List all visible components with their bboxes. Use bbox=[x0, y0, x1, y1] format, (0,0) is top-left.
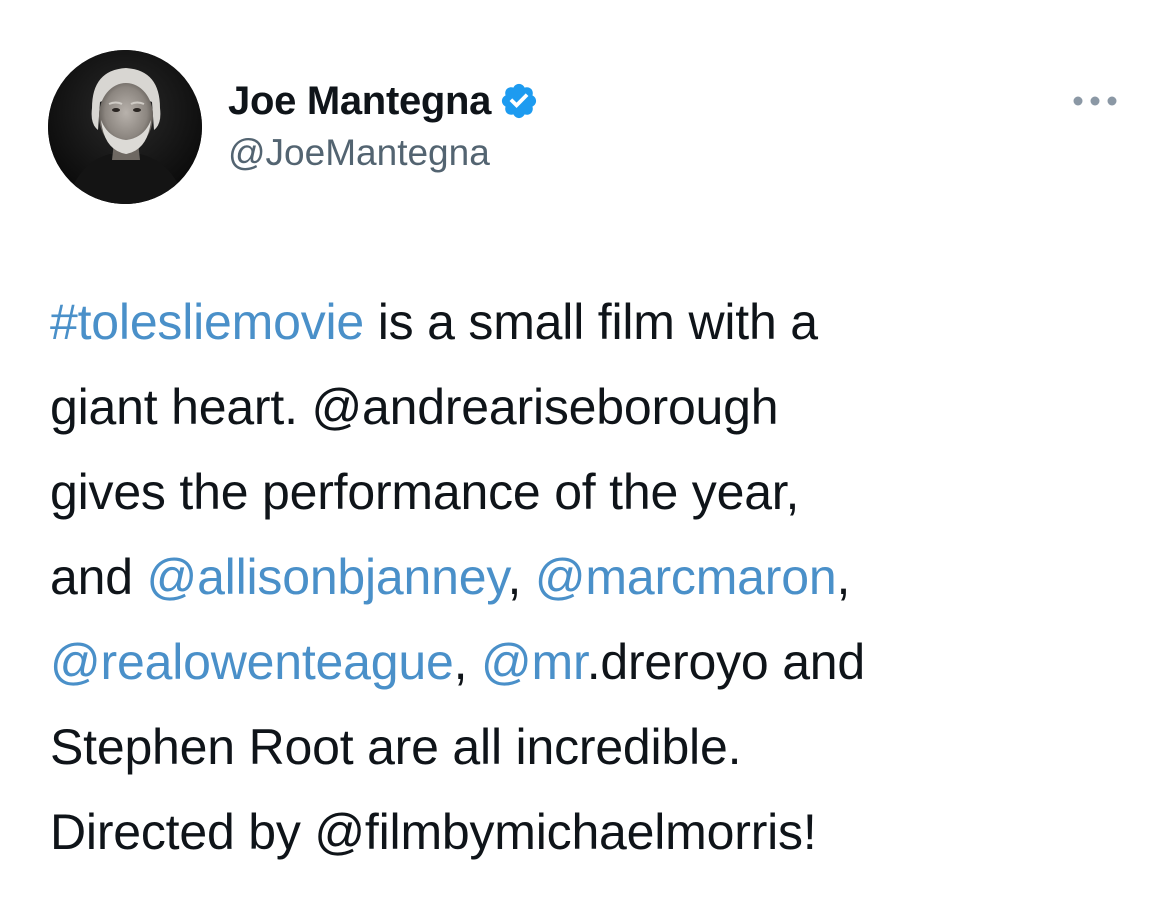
name-row: Joe Mantegna bbox=[228, 76, 539, 126]
tweet-text-line: Stephen Root are all incredible. bbox=[50, 705, 1140, 790]
verified-badge-icon bbox=[499, 81, 539, 121]
tweet-text-segment: gives the performance of the year, bbox=[50, 464, 800, 520]
tweet-text-segment: and bbox=[50, 549, 147, 605]
hashtag-link[interactable]: #toleslie bbox=[50, 294, 232, 350]
tweet-text-segment: , bbox=[453, 634, 481, 690]
tweet-text-segment: giant heart. @andreariseborough bbox=[50, 379, 779, 435]
tweet-text-segment: Stephen Root are all incredible. bbox=[50, 719, 742, 775]
tweet-text-segment: , bbox=[836, 549, 851, 605]
mention-link[interactable]: @mr bbox=[481, 634, 587, 690]
mention-link[interactable]: @realowenteague bbox=[50, 634, 454, 690]
more-options-icon bbox=[1073, 96, 1117, 106]
mention-link[interactable]: movie bbox=[232, 294, 365, 350]
author-info: Joe Mantegna @JoeMantegna bbox=[228, 76, 539, 176]
tweet-text-line: gives the performance of the year, bbox=[50, 450, 1140, 535]
tweet-text: #tolesliemovie is a small film with a gia… bbox=[50, 280, 1140, 875]
author-display-name[interactable]: Joe Mantegna bbox=[228, 76, 491, 126]
tweet-text-line: Directed by @filmbymichaelmorris! bbox=[50, 790, 1140, 875]
tweet-text-line: #tolesliemovie is a small film with a bbox=[50, 280, 1140, 365]
tweet-text-segment: , bbox=[507, 549, 535, 605]
tweet-text-segment: Directed by @filmbymichaelmorris! bbox=[50, 804, 817, 860]
author-avatar[interactable] bbox=[48, 50, 202, 204]
tweet-text-line: @realowenteague, @mr.dreroyo and bbox=[50, 620, 1140, 705]
author-handle[interactable]: @JoeMantegna bbox=[228, 130, 539, 176]
mention-link[interactable]: @marcmaron bbox=[535, 549, 837, 605]
tweet-card: Joe Mantegna @JoeMantegna #tolesliemovie… bbox=[0, 0, 1170, 918]
more-options-button[interactable] bbox=[1068, 86, 1122, 116]
tweet-text-segment: is a small film with a bbox=[364, 294, 818, 350]
avatar-photo-icon bbox=[48, 50, 202, 204]
mention-link[interactable]: @allisonbjanney bbox=[147, 549, 508, 605]
tweet-text-line: and @allisonbjanney, @marcmaron, bbox=[50, 535, 1140, 620]
tweet-text-line: giant heart. @andreariseborough bbox=[50, 365, 1140, 450]
tweet-text-segment: .dreroyo and bbox=[586, 634, 866, 690]
